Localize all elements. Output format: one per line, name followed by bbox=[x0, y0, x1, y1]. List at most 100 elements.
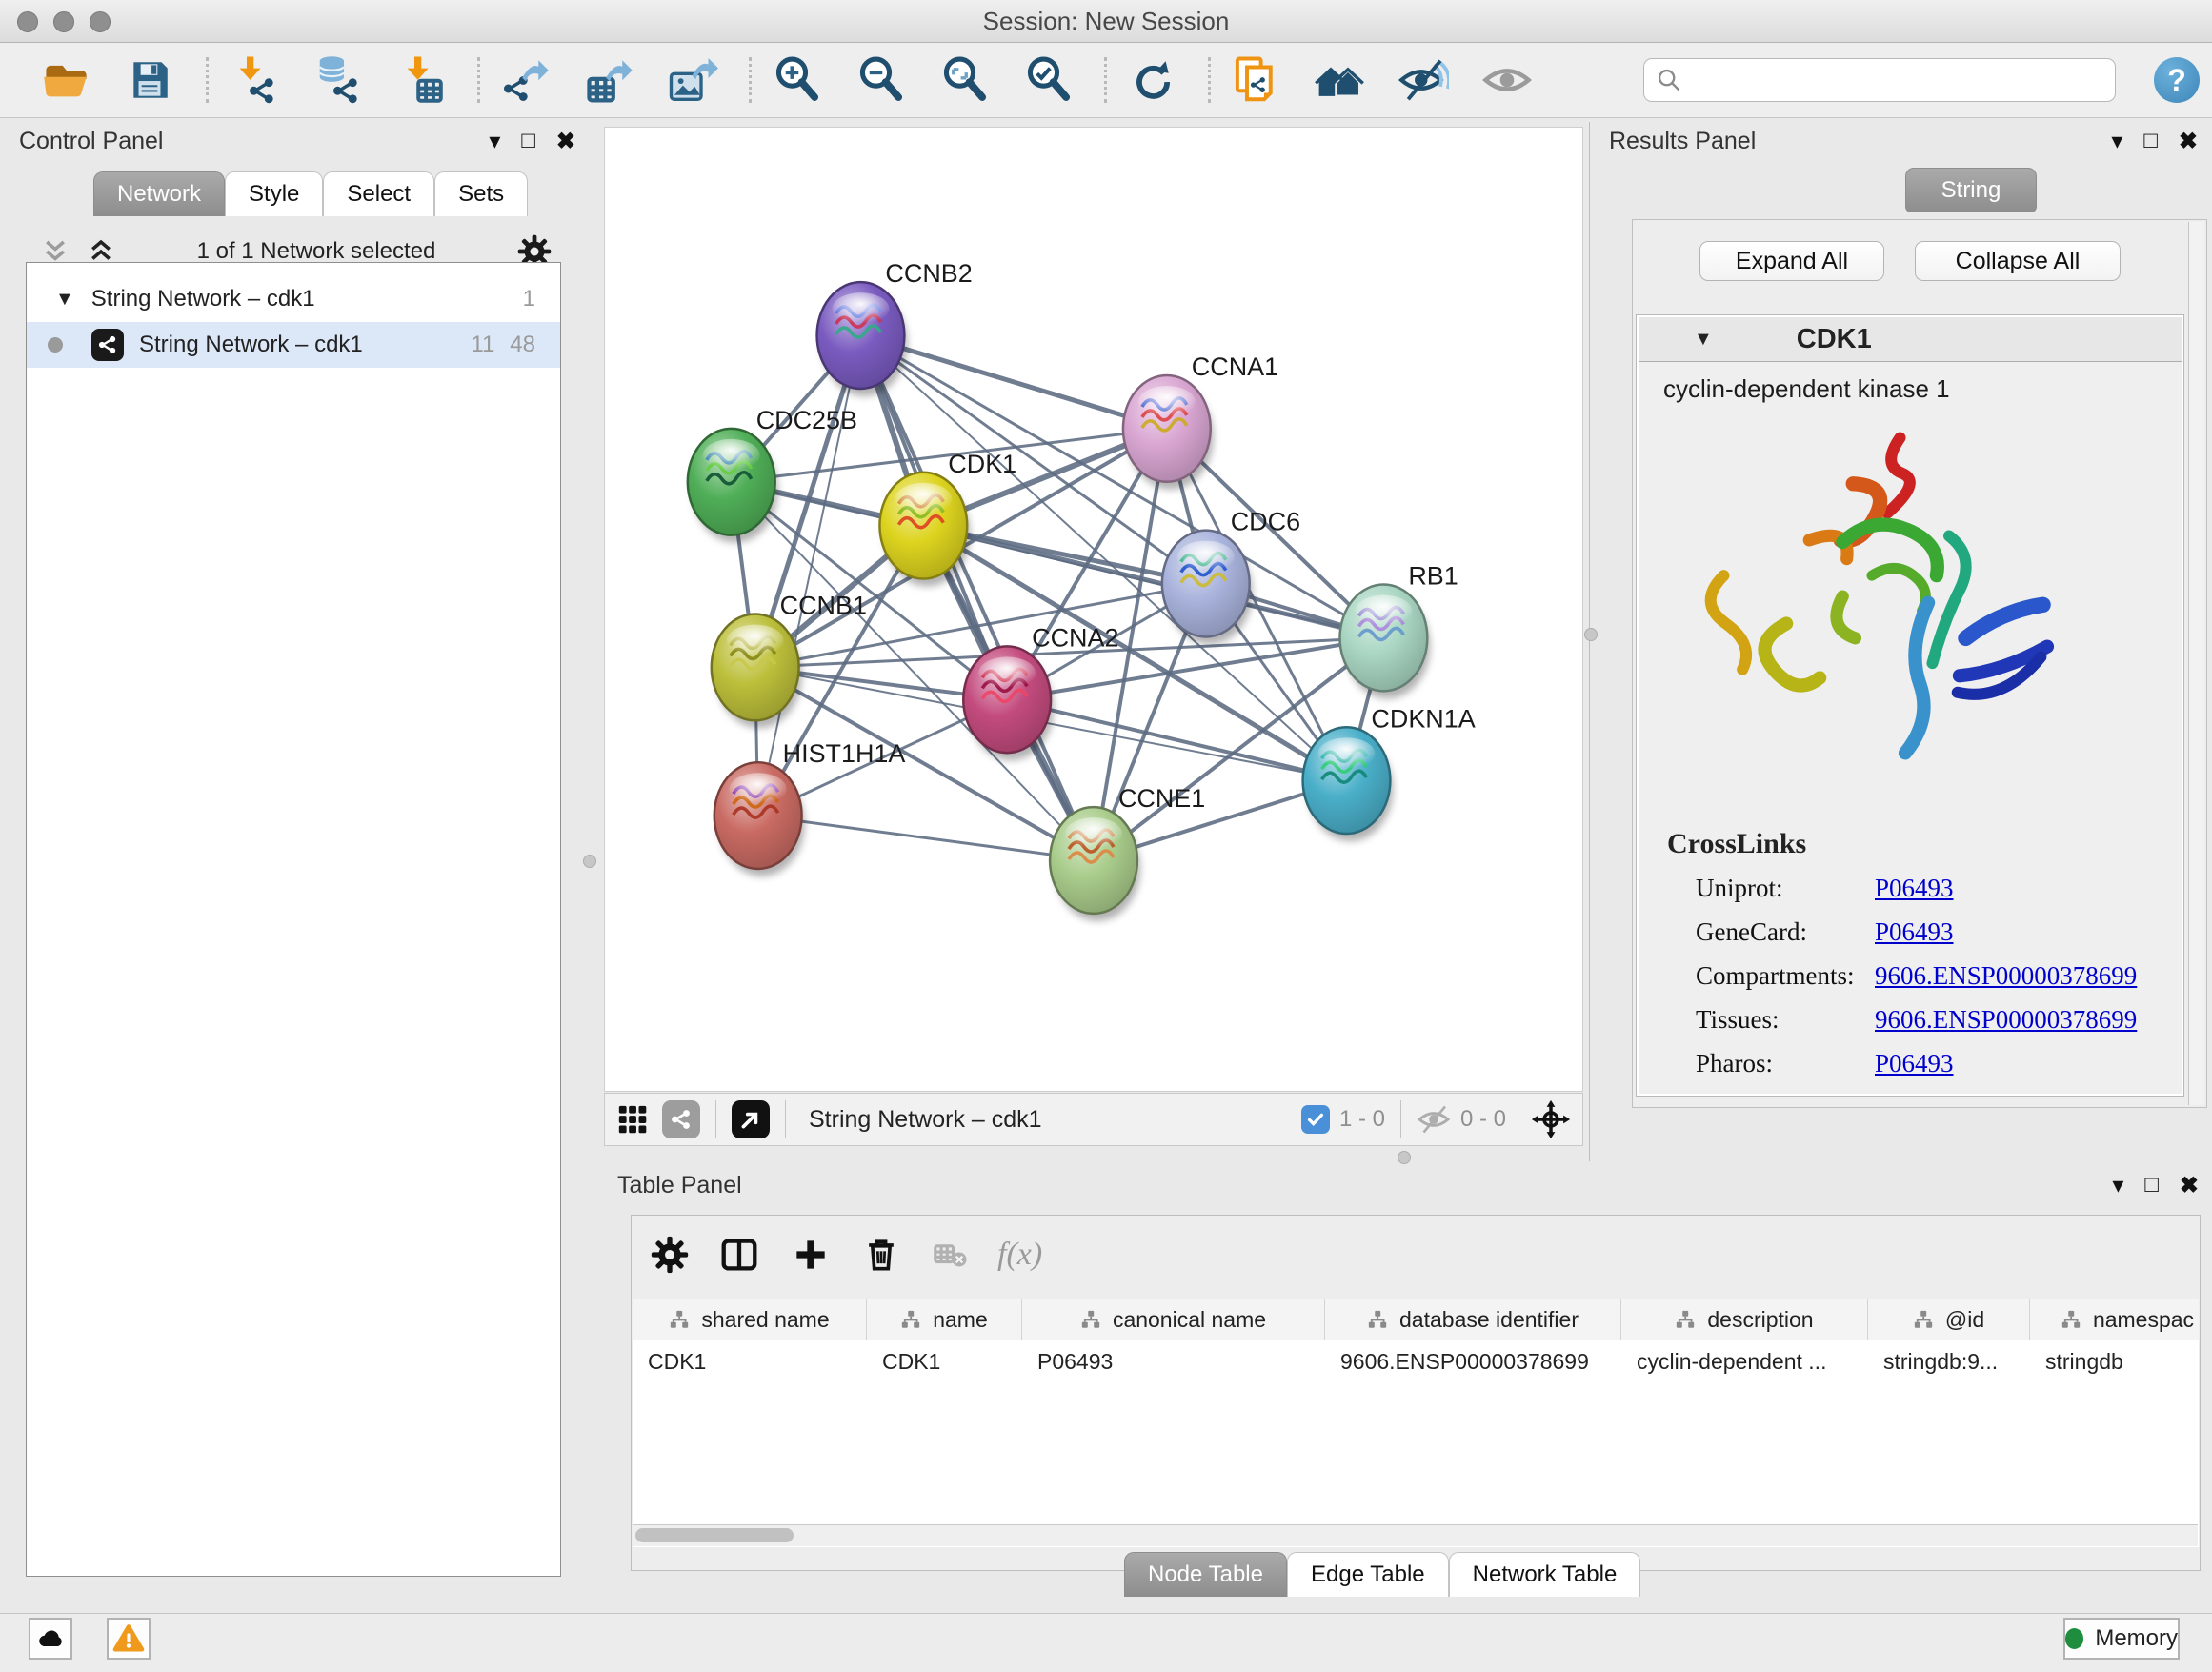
panel-close-icon[interactable]: ✖ bbox=[2180, 1172, 2199, 1199]
left-splitter-handle[interactable] bbox=[583, 855, 596, 868]
crosslink-value-link[interactable]: P06493 bbox=[1875, 917, 1954, 961]
table-cell[interactable]: cyclin-dependent ... bbox=[1621, 1340, 1868, 1382]
tab-node-table[interactable]: Node Table bbox=[1124, 1552, 1287, 1597]
panel-close-icon[interactable]: ✖ bbox=[2179, 128, 2198, 155]
collapse-all-button[interactable]: Collapse All bbox=[1915, 241, 2121, 281]
crosslink-value-link[interactable]: 9606.ENSP00000378699 bbox=[1875, 961, 2137, 1005]
zoom-selected-button[interactable] bbox=[1018, 52, 1077, 108]
crosslink-value-link[interactable]: 9606.ENSP00000378699 bbox=[1875, 1005, 2137, 1049]
import-table-from-file-button[interactable] bbox=[392, 52, 451, 108]
node-CCNB1[interactable]: CCNB1 bbox=[712, 591, 867, 728]
zoom-out-button[interactable] bbox=[851, 52, 910, 108]
zoom-fit-content-button[interactable] bbox=[935, 52, 994, 108]
collapse-triangle-icon[interactable]: ▼ bbox=[55, 289, 74, 311]
tab-edge-table[interactable]: Edge Table bbox=[1287, 1552, 1449, 1597]
export-table-button[interactable] bbox=[579, 52, 638, 108]
open-session-button[interactable] bbox=[36, 52, 95, 108]
memory-button[interactable]: Memory bbox=[2063, 1618, 2180, 1660]
tab-string[interactable]: String bbox=[1905, 168, 2037, 212]
node-CCNA1[interactable]: CCNA1 bbox=[1123, 353, 1278, 490]
export-network-button[interactable] bbox=[495, 52, 554, 108]
delete-column-icon[interactable] bbox=[860, 1234, 902, 1276]
selected-checkbox-icon[interactable] bbox=[1301, 1105, 1330, 1134]
import-network-from-database-button[interactable] bbox=[308, 52, 367, 108]
help-button[interactable]: ? bbox=[2154, 57, 2200, 103]
warnings-button[interactable] bbox=[107, 1618, 151, 1660]
edge[interactable] bbox=[860, 335, 1094, 860]
table-cell[interactable]: P06493 bbox=[1022, 1340, 1325, 1382]
column-header-canonical-name[interactable]: canonical name bbox=[1022, 1299, 1325, 1340]
bottom-splitter-handle[interactable] bbox=[1398, 1151, 1411, 1164]
tab-select[interactable]: Select bbox=[323, 171, 434, 216]
node-CCNB2[interactable]: CCNB2 bbox=[817, 259, 973, 396]
select-columns-icon[interactable] bbox=[717, 1233, 761, 1277]
tab-network-table[interactable]: Network Table bbox=[1449, 1552, 1641, 1597]
gene-section-header[interactable]: ▼ CDK1 bbox=[1639, 317, 2182, 362]
node-table[interactable]: shared namenamecanonical namedatabase id… bbox=[633, 1299, 2199, 1547]
network-canvas[interactable]: CCNB2CCNA1CDC25BCDK1CDC6RB1CCNB1CCNA2CDK… bbox=[604, 127, 1583, 1092]
panel-menu-icon[interactable]: ▾ bbox=[2111, 128, 2122, 155]
collapse-triangle-icon[interactable]: ▼ bbox=[1694, 329, 1713, 351]
crosslink-value-link[interactable]: P06493 bbox=[1875, 874, 1954, 917]
show-grid-icon[interactable] bbox=[616, 1103, 649, 1136]
import-network-from-file-button[interactable] bbox=[224, 52, 283, 108]
zoom-in-button[interactable] bbox=[767, 52, 826, 108]
node-label: CCNA1 bbox=[1192, 353, 1278, 381]
right-splitter-handle[interactable] bbox=[1584, 628, 1598, 641]
string-style-icon[interactable] bbox=[662, 1100, 700, 1138]
duplicate-network-button[interactable] bbox=[1226, 52, 1285, 108]
node-RB1[interactable]: RB1 bbox=[1339, 562, 1458, 699]
network-row[interactable]: String Network – cdk1 11 48 bbox=[27, 322, 560, 368]
apply-layout-button[interactable] bbox=[1122, 52, 1181, 108]
node-CCNE1[interactable]: CCNE1 bbox=[1050, 784, 1205, 921]
save-session-button[interactable] bbox=[120, 52, 179, 108]
open-in-browser-icon[interactable] bbox=[732, 1100, 770, 1138]
add-column-icon[interactable] bbox=[790, 1234, 832, 1276]
expand-all-button[interactable]: Expand All bbox=[1699, 241, 1884, 281]
table-cell[interactable]: stringdb bbox=[2030, 1340, 2199, 1382]
panel-close-icon[interactable]: ✖ bbox=[556, 128, 575, 155]
column-header-shared-name[interactable]: shared name bbox=[633, 1299, 867, 1340]
crosslink-value-link[interactable]: P06493 bbox=[1875, 1049, 1954, 1093]
edge[interactable] bbox=[923, 526, 1383, 638]
table-cell[interactable]: CDK1 bbox=[867, 1340, 1022, 1382]
node-CDKN1A[interactable]: CDKN1A bbox=[1303, 704, 1476, 841]
table-row[interactable]: CDK1CDK1P064939606.ENSP00000378699cyclin… bbox=[633, 1340, 2199, 1382]
panel-menu-icon[interactable]: ▾ bbox=[2112, 1172, 2123, 1199]
scrollbar-thumb[interactable] bbox=[635, 1528, 794, 1542]
tab-style[interactable]: Style bbox=[225, 171, 323, 216]
column-header-database-identifier[interactable]: database identifier bbox=[1325, 1299, 1621, 1340]
crosslink-label: GeneCard: bbox=[1696, 917, 1875, 961]
edge[interactable] bbox=[758, 816, 1094, 860]
column-header-@id[interactable]: @id bbox=[1868, 1299, 2030, 1340]
column-type-icon bbox=[1675, 1309, 1696, 1330]
network-collection-row[interactable]: ▼ String Network – cdk1 1 bbox=[27, 276, 560, 322]
network-graph[interactable]: CCNB2CCNA1CDC25BCDK1CDC6RB1CCNB1CCNA2CDK… bbox=[605, 128, 1582, 1091]
table-cell[interactable]: 9606.ENSP00000378699 bbox=[1325, 1340, 1621, 1382]
column-header-name[interactable]: name bbox=[867, 1299, 1022, 1340]
edge[interactable] bbox=[1007, 699, 1346, 780]
show-all-button[interactable] bbox=[1478, 52, 1537, 108]
first-neighbors-button[interactable] bbox=[1310, 52, 1369, 108]
table-cell[interactable]: stringdb:9... bbox=[1868, 1340, 2030, 1382]
node-CDK1[interactable]: CDK1 bbox=[879, 450, 1016, 587]
panel-float-icon[interactable]: □ bbox=[521, 128, 535, 154]
tab-sets[interactable]: Sets bbox=[434, 171, 528, 216]
fit-crosshair-icon[interactable] bbox=[1531, 1099, 1571, 1139]
column-header-namespac[interactable]: namespac bbox=[2030, 1299, 2199, 1340]
search-input[interactable] bbox=[1692, 66, 2103, 94]
panel-float-icon[interactable]: □ bbox=[2144, 1172, 2159, 1199]
hide-selected-button[interactable] bbox=[1394, 52, 1453, 108]
gene-symbol: CDK1 bbox=[1797, 324, 1872, 355]
table-horizontal-scrollbar[interactable] bbox=[633, 1524, 2198, 1546]
node-CDC6[interactable]: CDC6 bbox=[1162, 508, 1300, 645]
column-header-description[interactable]: description bbox=[1621, 1299, 1868, 1340]
panel-float-icon[interactable]: □ bbox=[2143, 128, 2158, 154]
table-cell[interactable]: CDK1 bbox=[633, 1340, 867, 1382]
cloud-status-button[interactable] bbox=[29, 1618, 72, 1660]
export-image-button[interactable] bbox=[663, 52, 722, 108]
node-HIST1H1A[interactable]: HIST1H1A bbox=[714, 739, 906, 876]
panel-menu-icon[interactable]: ▾ bbox=[489, 128, 500, 155]
tab-network[interactable]: Network bbox=[93, 171, 225, 216]
gear-icon[interactable] bbox=[651, 1236, 689, 1274]
